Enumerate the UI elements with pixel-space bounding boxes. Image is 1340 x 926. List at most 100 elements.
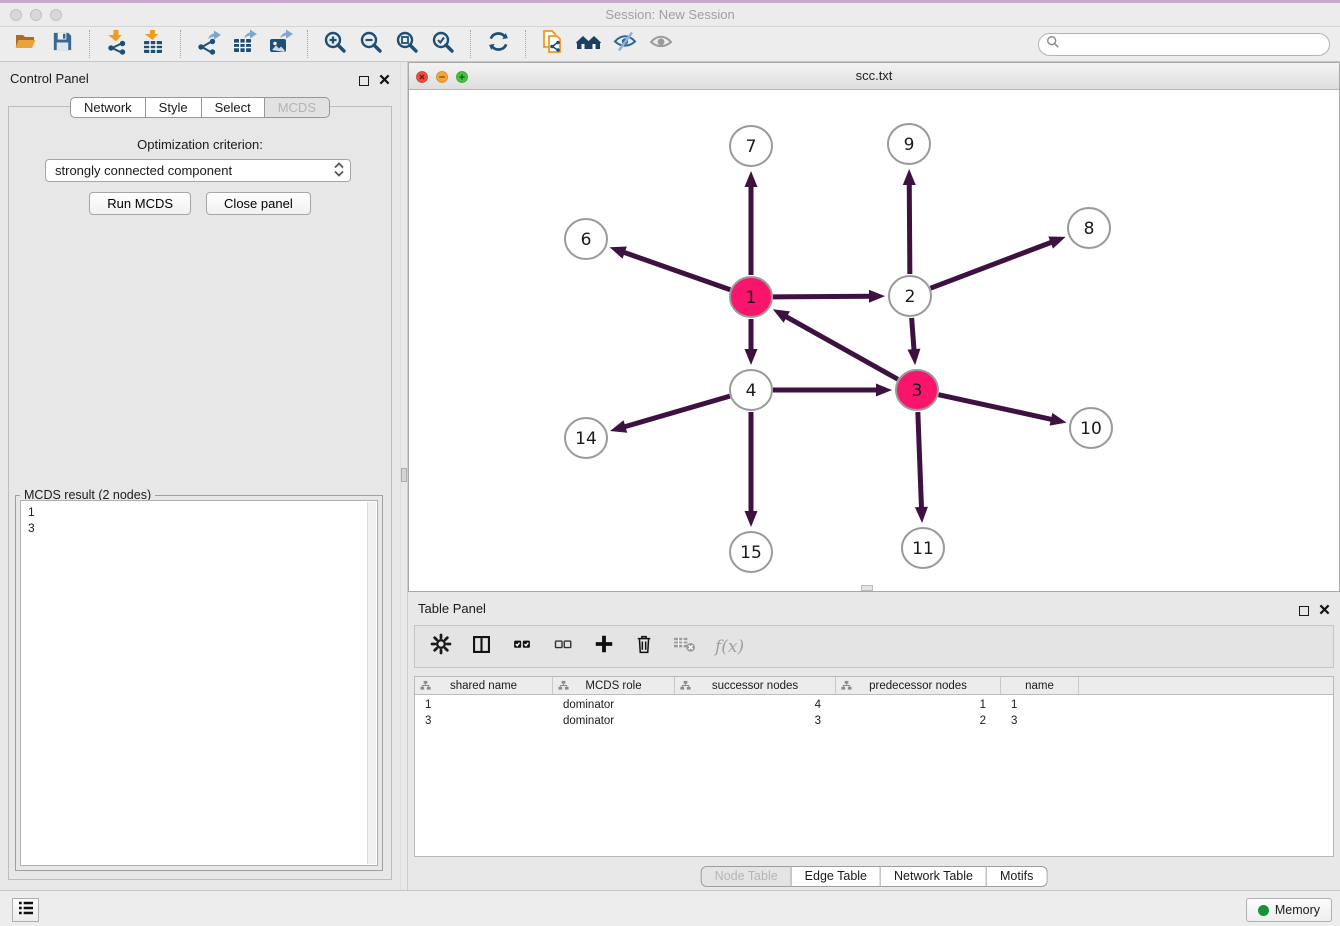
close-panel-button[interactable]: Close panel [206, 192, 311, 215]
mcds-result-textarea[interactable]: 1 3 [20, 500, 378, 866]
network-canvas[interactable]: 7 9 6 8 1 2 4 3 14 10 15 11 [409, 90, 1339, 591]
zoom-selected-button[interactable] [428, 29, 458, 59]
column-header-name[interactable]: name [1001, 677, 1079, 694]
graph-edge-arrow [610, 246, 627, 258]
float-panel-icon[interactable] [359, 76, 369, 86]
tab-network[interactable]: Network [70, 97, 146, 118]
network-minimize-button[interactable] [436, 70, 448, 88]
graph-node-8[interactable]: 8 [1068, 208, 1110, 248]
tab-select[interactable]: Select [202, 97, 265, 118]
graph-node-4[interactable]: 4 [730, 370, 772, 410]
tab-edge-table[interactable]: Edge Table [792, 866, 881, 887]
graph-edge-4-14[interactable] [622, 396, 729, 427]
export-table-button[interactable] [229, 29, 259, 59]
graph-edge-2-8[interactable] [931, 241, 1054, 288]
import-table-icon [140, 29, 166, 60]
graph-node-2[interactable]: 2 [889, 276, 931, 316]
graph-node-1[interactable]: 1 [730, 277, 772, 317]
memory-button[interactable]: Memory [1246, 898, 1332, 922]
graph-edge-1-6[interactable] [622, 252, 730, 290]
column-header-predecessor-nodes[interactable]: predecessor nodes [836, 677, 1001, 694]
function-builder-button[interactable]: f(x) [715, 637, 744, 657]
graph-node-9[interactable]: 9 [888, 124, 930, 164]
graph-edge-2-9[interactable] [909, 182, 910, 274]
import-network-button[interactable] [102, 29, 132, 59]
graph-edge-3-11[interactable] [918, 412, 922, 510]
network-graph[interactable]: 7 9 6 8 1 2 4 3 14 10 15 11 [409, 90, 1340, 592]
zoom-out-button[interactable] [356, 29, 386, 59]
graph-node-14[interactable]: 14 [565, 418, 607, 458]
new-network-from-selection-button[interactable] [538, 29, 568, 59]
delete-table-button[interactable] [673, 635, 696, 658]
column-header-successor-nodes[interactable]: successor nodes [675, 677, 836, 694]
graph-node-10[interactable]: 10 [1070, 408, 1112, 448]
first-neighbors-button[interactable] [574, 29, 604, 59]
search-field[interactable] [1038, 33, 1330, 56]
graph-edge-3-1[interactable] [784, 316, 898, 380]
close-window-button[interactable] [10, 9, 22, 21]
tree-icon [680, 680, 691, 694]
graph-edge-2-3[interactable] [912, 318, 915, 352]
column-header-shared-name[interactable]: shared name [415, 677, 553, 694]
deselect-all-button[interactable] [552, 634, 574, 659]
toolbar-separator [525, 30, 526, 58]
divider-grip[interactable] [401, 468, 407, 482]
zoom-window-button[interactable] [50, 9, 62, 21]
table-row[interactable]: 1 dominator 4 1 1 [415, 697, 1333, 713]
delete-column-button[interactable] [634, 633, 654, 660]
save-session-button[interactable] [47, 29, 77, 59]
import-network-icon [104, 29, 130, 60]
task-history-button[interactable] [12, 898, 39, 922]
graph-node-6[interactable]: 6 [565, 219, 607, 259]
network-maximize-button[interactable] [456, 70, 468, 88]
tab-node-table[interactable]: Node Table [701, 866, 792, 887]
table-settings-button[interactable] [430, 633, 452, 660]
export-image-button[interactable] [265, 29, 295, 59]
run-mcds-button[interactable]: Run MCDS [89, 192, 191, 215]
tab-network-table[interactable]: Network Table [881, 866, 987, 887]
optimization-criterion-select[interactable]: strongly connected component [45, 159, 351, 182]
refresh-layout-button[interactable] [483, 29, 513, 59]
network-close-button[interactable] [416, 70, 428, 88]
tab-motifs[interactable]: Motifs [987, 866, 1047, 887]
show-details-button[interactable] [646, 29, 676, 59]
selected-option: strongly connected component [55, 163, 232, 178]
export-image-icon [267, 29, 293, 60]
result-scrollbar[interactable] [367, 502, 376, 864]
svg-text:15: 15 [740, 543, 762, 563]
zoom-in-button[interactable] [320, 29, 350, 59]
select-all-button[interactable] [511, 634, 533, 659]
table-row[interactable]: 3 dominator 3 2 3 [415, 713, 1333, 729]
graph-edge-arrow [915, 507, 928, 523]
hide-details-button[interactable] [610, 29, 640, 59]
split-pane-divider[interactable] [400, 62, 408, 890]
column-header-mcds-role[interactable]: MCDS role [553, 677, 675, 694]
import-table-button[interactable] [138, 29, 168, 59]
zoom-fit-button[interactable] [392, 29, 422, 59]
add-column-button[interactable] [593, 633, 615, 660]
close-panel-icon[interactable] [1319, 602, 1330, 620]
float-panel-icon[interactable] [1299, 606, 1309, 616]
control-panel: Control Panel Network Style Select MCDS … [0, 62, 400, 890]
zoom-selected-icon [430, 29, 456, 60]
split-view-button[interactable] [471, 634, 492, 660]
tab-mcds[interactable]: MCDS [265, 97, 330, 118]
close-panel-icon[interactable] [379, 72, 390, 90]
network-window-titlebar[interactable]: scc.txt [409, 63, 1339, 90]
trash-icon [634, 642, 654, 659]
svg-text:4: 4 [746, 381, 757, 401]
open-session-button[interactable] [11, 29, 41, 59]
graph-edge-arrow [1050, 413, 1067, 426]
graph-edge-3-10[interactable] [938, 395, 1053, 420]
tab-style[interactable]: Style [146, 97, 202, 118]
search-input[interactable] [1064, 35, 1329, 53]
network-bottom-grip[interactable] [861, 585, 873, 591]
graph-node-11[interactable]: 11 [902, 528, 944, 568]
graph-edge-1-2[interactable] [773, 296, 872, 297]
graph-node-7[interactable]: 7 [730, 126, 772, 166]
graph-node-3[interactable]: 3 [896, 370, 938, 410]
export-network-button[interactable] [193, 29, 223, 59]
app-title: Session: New Session [0, 3, 1340, 26]
graph-node-15[interactable]: 15 [730, 532, 772, 572]
minimize-window-button[interactable] [30, 9, 42, 21]
